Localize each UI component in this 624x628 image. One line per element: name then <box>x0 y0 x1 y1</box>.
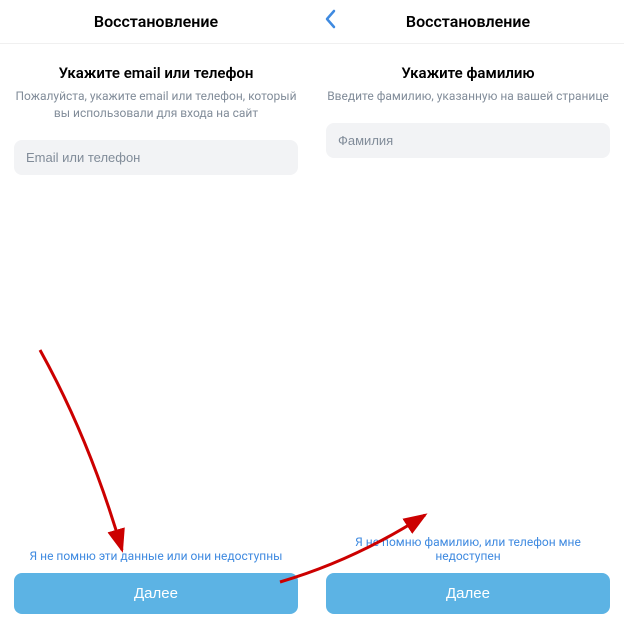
next-button[interactable]: Далее <box>326 573 610 614</box>
forgot-lastname-link[interactable]: Я не помню фамилию, или телефон мне недо… <box>326 535 610 563</box>
header-title: Восстановление <box>94 12 218 31</box>
back-icon[interactable] <box>324 9 336 35</box>
header: Восстановление <box>0 0 312 44</box>
recovery-screen-email-phone: Восстановление Укажите email или телефон… <box>0 0 312 628</box>
content-area: Укажите email или телефон Пожалуйста, ук… <box>0 44 312 175</box>
header: Восстановление <box>312 0 624 44</box>
content-area: Укажите фамилию Введите фамилию, указанн… <box>312 44 624 158</box>
footer: Я не помню фамилию, или телефон мне недо… <box>312 535 624 628</box>
forgot-data-link[interactable]: Я не помню эти данные или они недоступны <box>14 549 298 563</box>
lastname-input[interactable] <box>326 123 610 158</box>
page-subtitle: Введите фамилию, указанную на вашей стра… <box>326 88 610 105</box>
page-title: Укажите email или телефон <box>14 64 298 82</box>
page-title: Укажите фамилию <box>326 64 610 82</box>
next-button[interactable]: Далее <box>14 573 298 614</box>
recovery-screen-lastname: Восстановление Укажите фамилию Введите ф… <box>312 0 624 628</box>
page-subtitle: Пожалуйста, укажите email или телефон, к… <box>14 88 298 122</box>
header-title: Восстановление <box>406 12 530 31</box>
email-phone-input[interactable] <box>14 140 298 175</box>
footer: Я не помню эти данные или они недоступны… <box>0 549 312 628</box>
